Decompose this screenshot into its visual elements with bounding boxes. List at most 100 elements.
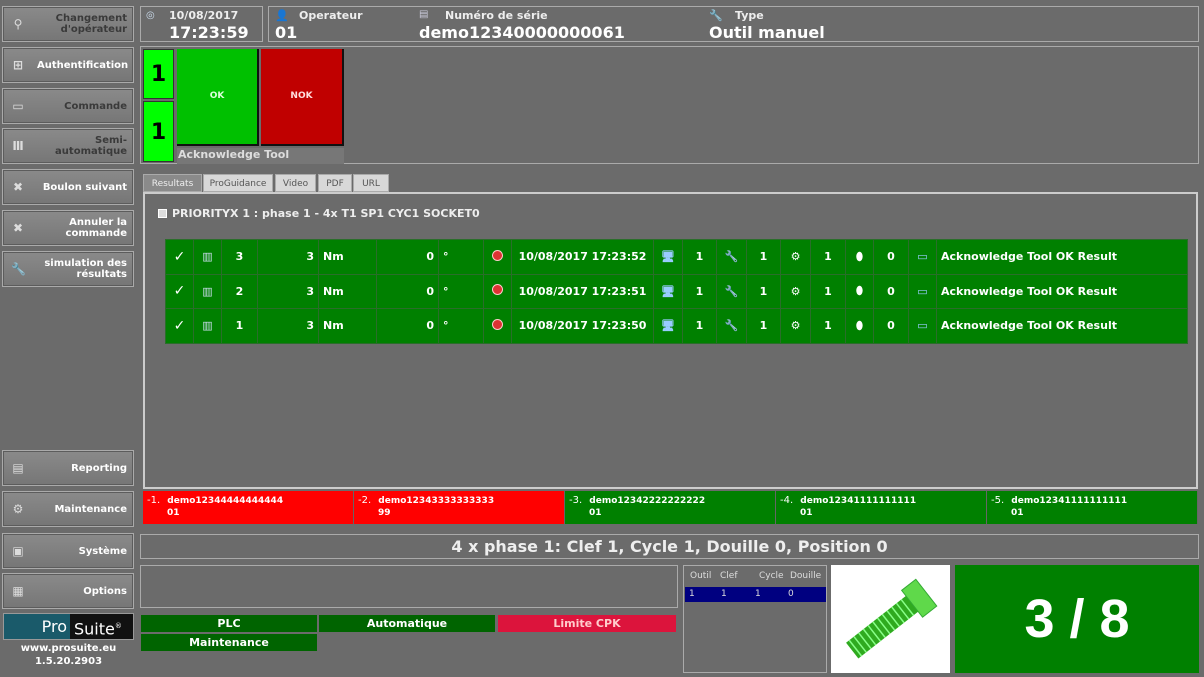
serial-value: demo12340000000061 [419, 23, 625, 42]
type-value: Outil manuel [709, 23, 825, 42]
result-date: 10/08/2017 17:23:50 [511, 308, 654, 344]
pc-icon: 🖥 [653, 273, 683, 309]
sidebar-button-report[interactable]: ▤ Reporting [2, 450, 134, 486]
result-row[interactable]: ✓ ▥ 3 3 Nm 0 ° 10/08/2017 17:23:52 🖥 1 🔧 1 ⚙ 1 ⬮ 0 ▭ Ackn… [165, 239, 1188, 275]
recent-serial-item[interactable]: -5. demo12341111111111 01 [987, 491, 1198, 524]
torque-value: 3 [257, 273, 319, 309]
tool-row[interactable]: 1 1 1 0 [685, 587, 826, 602]
result-message: Acknowledge Tool OK Result [936, 273, 1188, 309]
recent-serial: demo12341111111111 [1011, 496, 1128, 506]
status-icon [483, 273, 512, 309]
pc-icon: 🖥 [653, 308, 683, 344]
tool-table-header: Clef [720, 571, 738, 581]
gear-icon: ⚙ [780, 308, 811, 344]
plc-badge: PLC [141, 615, 317, 632]
message-icon: ▭ [908, 308, 937, 344]
tool-table-header: Outil [690, 571, 712, 581]
recent-code: 99 [378, 508, 391, 518]
socket-icon: ⬮ [845, 308, 874, 344]
pc-value: 1 [682, 308, 717, 344]
socket-value: 0 [873, 308, 909, 344]
recent-serial: demo12344444444444 [167, 496, 284, 506]
ok-count: 1 [143, 49, 174, 99]
user-change-icon: ⚲ [13, 17, 23, 31]
chart-icon: ▥ [193, 239, 222, 275]
tab-video[interactable]: Video [275, 174, 316, 192]
operator-value: 01 [275, 23, 298, 42]
sidebar-button-system[interactable]: ▣ Système [2, 533, 134, 569]
tab-resultats[interactable]: Resultats [143, 174, 202, 192]
chart-icon: ▥ [193, 273, 222, 309]
tab-pdf[interactable]: PDF [318, 174, 352, 192]
wrench-icon: 🔧 [11, 262, 26, 276]
operator-label: Operateur [299, 9, 363, 22]
acknowledge-title: Acknowledge Tool [177, 148, 344, 164]
wrench-value: 1 [746, 239, 781, 275]
result-number: 2 [221, 273, 258, 309]
result-date: 10/08/2017 17:23:51 [511, 273, 654, 309]
recent-serial-item[interactable]: -1. demo12344444444444 01 [143, 491, 354, 524]
check-icon: ✓ [165, 273, 194, 309]
recent-index: -4. [780, 495, 794, 506]
sidebar-button-label: Annuler la commande [65, 217, 127, 239]
semi-auto-icon: Ⅲ [12, 139, 24, 153]
auto-badge: Automatique [319, 615, 495, 632]
message-icon: ▭ [908, 273, 937, 309]
pc-value: 1 [682, 239, 717, 275]
angle-unit: ° [438, 273, 484, 309]
sidebar-button-order[interactable]: ▭ Commande [2, 88, 134, 124]
result-row[interactable]: ✓ ▥ 2 3 Nm 0 ° 10/08/2017 17:23:51 🖥 1 🔧 1 ⚙ 1 ⬮ 0 ▭ Ackn… [165, 273, 1188, 309]
sidebar-button-maintenance[interactable]: ⚙ Maintenance [2, 491, 134, 527]
login-icon: ⊞ [12, 58, 24, 72]
message-box [140, 565, 678, 608]
wrench-icon: 🔧 [716, 273, 747, 309]
tab-url[interactable]: URL [353, 174, 389, 192]
maintenance-icon: ⚙ [12, 502, 24, 516]
recent-serial-item[interactable]: -3. demo12342222222222 01 [565, 491, 776, 524]
torque-value: 3 [257, 308, 319, 344]
sidebar-button-label: Authentification [37, 59, 129, 71]
result-row[interactable]: ✓ ▥ 1 3 Nm 0 ° 10/08/2017 17:23:50 🖥 1 🔧 1 ⚙ 1 ⬮ 0 ▭ Ackn… [165, 308, 1188, 344]
options-icon: ▦ [12, 584, 24, 598]
gear-icon: ⚙ [780, 239, 811, 275]
angle-value: 0 [376, 239, 439, 275]
angle-value: 0 [376, 308, 439, 344]
sidebar-button-cancel-order[interactable]: ✖ Annuler la commande [2, 210, 134, 246]
result-number: 1 [221, 308, 258, 344]
nok-button[interactable]: NOK [261, 49, 344, 146]
sidebar-button-wrench[interactable]: 🔧 simulation des résultats [2, 251, 134, 287]
torque-value: 3 [257, 239, 319, 275]
sidebar-button-label: Maintenance [54, 503, 127, 515]
torque-unit: Nm [318, 273, 377, 309]
collapse-icon[interactable] [158, 209, 167, 218]
serial-icon: ▤ [419, 9, 429, 20]
result-message: Acknowledge Tool OK Result [936, 239, 1188, 275]
tool-table-cell: 1 [721, 589, 727, 599]
acknowledge-panel: 1 1 OK NOK Acknowledge Tool [140, 46, 1199, 164]
recent-serial: demo12343333333333 [378, 496, 495, 506]
cpk-badge: Limite CPK [498, 615, 676, 632]
tab-proguidance[interactable]: ProGuidance [203, 174, 273, 192]
ok-button[interactable]: OK [177, 49, 259, 146]
sidebar-button-login[interactable]: ⊞ Authentification [2, 47, 134, 83]
sidebar-button-next-bolt[interactable]: ✖ Boulon suivant [2, 169, 134, 205]
check-icon: ✓ [165, 239, 194, 275]
recent-index: -5. [991, 495, 1005, 506]
sidebar-button-user-change[interactable]: ⚲ Changement d'opérateur [2, 6, 134, 42]
recent-serial-item[interactable]: -4. demo12341111111111 01 [776, 491, 987, 524]
wrench-icon: 🔧 [709, 9, 723, 22]
gear-value: 1 [810, 308, 846, 344]
status-line: 4 x phase 1: Clef 1, Cycle 1, Douille 0,… [140, 534, 1199, 559]
recent-index: -3. [569, 495, 583, 506]
angle-value: 0 [376, 273, 439, 309]
results-table: ✓ ▥ 3 3 Nm 0 ° 10/08/2017 17:23:52 🖥 1 🔧 1 ⚙ 1 ⬮ 0 ▭ Ackn… [165, 239, 1188, 344]
serial-label: Numéro de série [445, 9, 548, 22]
angle-unit: ° [438, 239, 484, 275]
sidebar-button-semi-auto[interactable]: Ⅲ Semi-automatique [2, 128, 134, 164]
next-bolt-icon: ✖ [12, 180, 24, 194]
prosuite-logo: Pro Suite® [3, 613, 134, 640]
system-icon: ▣ [12, 544, 24, 558]
check-icon: ✓ [165, 308, 194, 344]
sidebar-button-options[interactable]: ▦ Options [2, 573, 134, 609]
recent-serial-item[interactable]: -2. demo12343333333333 99 [354, 491, 565, 524]
